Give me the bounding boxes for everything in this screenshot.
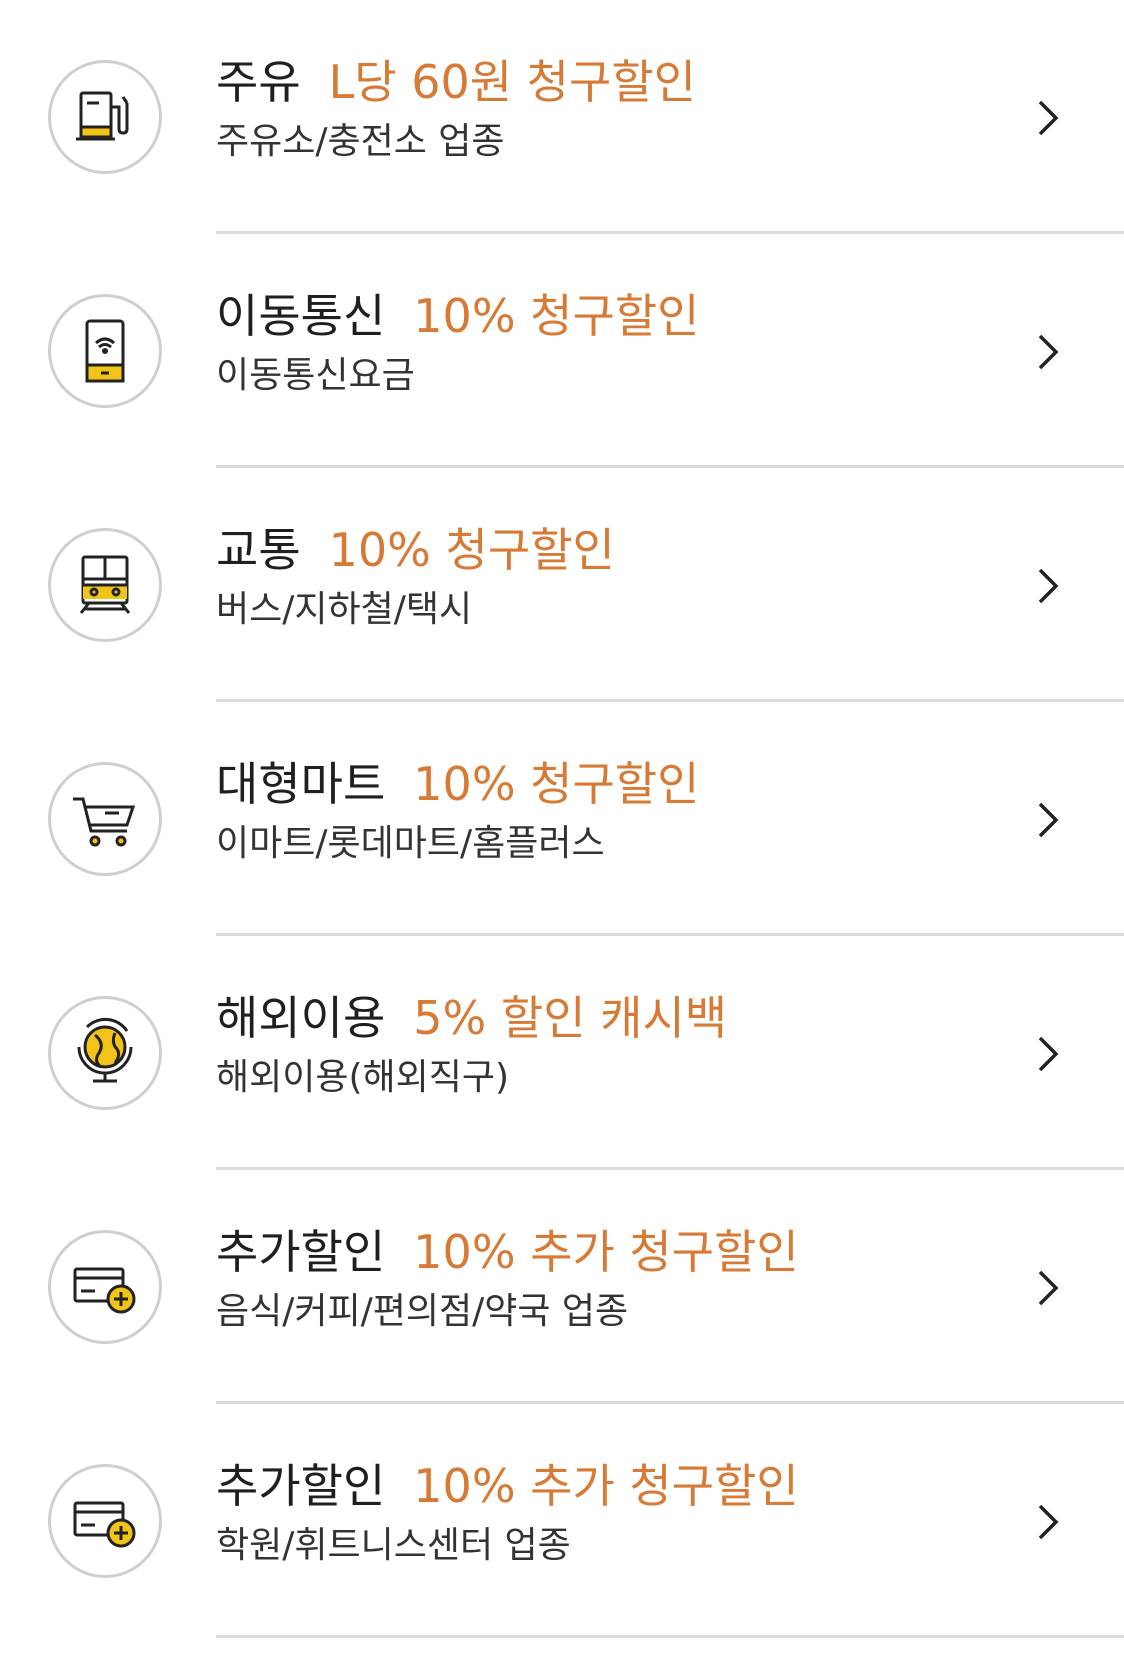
globe-icon	[48, 996, 162, 1110]
benefit-item-mobile[interactable]: 이동통신 10% 청구할인 이동통신요금	[0, 234, 1124, 468]
benefit-subtitle: 이마트/롯데마트/홈플러스	[216, 823, 605, 864]
benefit-subtitle: 학원/휘트니스센터 업종	[216, 1525, 571, 1566]
benefit-value: L당 60원 청구할인	[328, 55, 696, 109]
fuel-pump-icon	[48, 60, 162, 174]
benefit-subtitle: 이동통신요금	[216, 355, 415, 396]
benefit-subtitle: 버스/지하철/택시	[216, 589, 473, 630]
benefit-subtitle: 주유소/충전소 업종	[216, 121, 505, 162]
benefit-value: 10% 추가 청구할인	[413, 1225, 799, 1279]
chevron-right-icon	[1038, 334, 1059, 370]
benefit-item-extra-fitness[interactable]: 추가할인 10% 추가 청구할인 학원/휘트니스센터 업종	[0, 1404, 1124, 1638]
benefit-value: 10% 청구할인	[328, 523, 615, 577]
benefit-title: 추가할인	[216, 1225, 386, 1279]
card-plus-icon	[48, 1464, 162, 1578]
shopping-cart-icon	[48, 762, 162, 876]
train-icon	[48, 528, 162, 642]
chevron-right-icon	[1038, 1036, 1059, 1072]
benefit-title: 주유	[216, 55, 301, 109]
chevron-right-icon	[1038, 1270, 1059, 1306]
divider	[216, 1635, 1124, 1638]
benefit-title: 이동통신	[216, 289, 386, 343]
card-plus-icon	[48, 1230, 162, 1344]
benefit-list: 주유 L당 60원 청구할인 주유소/충전소 업종 이동통신 10% 청구할인 이	[0, 0, 1124, 1638]
benefit-value: 10% 추가 청구할인	[413, 1459, 799, 1513]
benefit-item-overseas[interactable]: 해외이용 5% 할인 캐시백 해외이용(해외직구)	[0, 936, 1124, 1170]
benefit-item-transit[interactable]: 교통 10% 청구할인 버스/지하철/택시	[0, 468, 1124, 702]
chevron-right-icon	[1038, 568, 1059, 604]
benefit-title: 교통	[216, 523, 301, 577]
benefit-value: 10% 청구할인	[413, 289, 700, 343]
benefit-title: 대형마트	[216, 757, 386, 811]
benefit-item-fuel[interactable]: 주유 L당 60원 청구할인 주유소/충전소 업종	[0, 0, 1124, 234]
benefit-item-mart[interactable]: 대형마트 10% 청구할인 이마트/롯데마트/홈플러스	[0, 702, 1124, 936]
chevron-right-icon	[1038, 802, 1059, 838]
benefit-subtitle: 해외이용(해외직구)	[216, 1057, 510, 1098]
chevron-right-icon	[1038, 1504, 1059, 1540]
mobile-phone-icon	[48, 294, 162, 408]
benefit-value: 5% 할인 캐시백	[413, 991, 728, 1045]
benefit-title: 해외이용	[216, 991, 386, 1045]
benefit-value: 10% 청구할인	[413, 757, 700, 811]
benefit-subtitle: 음식/커피/편의점/약국 업종	[216, 1291, 629, 1332]
benefit-title: 추가할인	[216, 1459, 386, 1513]
chevron-right-icon	[1038, 100, 1059, 136]
benefit-item-extra-food[interactable]: 추가할인 10% 추가 청구할인 음식/커피/편의점/약국 업종	[0, 1170, 1124, 1404]
